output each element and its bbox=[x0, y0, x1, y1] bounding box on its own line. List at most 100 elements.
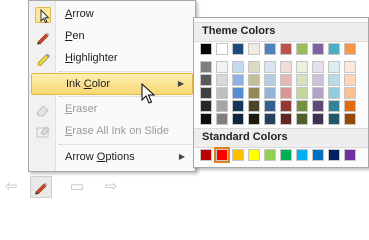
theme-shade-swatch[interactable] bbox=[280, 87, 292, 99]
theme-shade-swatch[interactable] bbox=[264, 74, 276, 86]
theme-shade-swatch[interactable] bbox=[248, 61, 260, 73]
theme-shade-swatch[interactable] bbox=[312, 87, 324, 99]
theme-shade-swatch[interactable] bbox=[328, 113, 340, 125]
standard-color-swatch[interactable] bbox=[232, 149, 244, 161]
theme-shade-swatch[interactable] bbox=[216, 74, 228, 86]
theme-shade-swatch[interactable] bbox=[328, 100, 340, 112]
theme-shade-swatch[interactable] bbox=[232, 100, 244, 112]
theme-shade-swatch[interactable] bbox=[280, 113, 292, 125]
theme-shade-swatch[interactable] bbox=[296, 113, 308, 125]
menu-item-arrow[interactable]: Arrow bbox=[31, 4, 193, 26]
theme-shade-swatch[interactable] bbox=[200, 61, 212, 73]
theme-shade-swatch[interactable] bbox=[296, 61, 308, 73]
ink-color-palette: Theme Colors Standard Colors bbox=[193, 17, 369, 168]
theme-shade-swatch[interactable] bbox=[200, 113, 212, 125]
theme-shade-swatch[interactable] bbox=[344, 61, 356, 73]
next-arrow-icon[interactable]: ⇨ bbox=[100, 176, 122, 198]
theme-shade-swatch[interactable] bbox=[296, 100, 308, 112]
menu-separator bbox=[59, 96, 191, 98]
theme-shade-swatch[interactable] bbox=[344, 113, 356, 125]
menu-item-label: Arrow bbox=[65, 8, 94, 20]
pen-icon bbox=[35, 29, 51, 45]
theme-shade-swatch[interactable] bbox=[248, 87, 260, 99]
menu-item-label: Erase All Ink on Slide bbox=[65, 125, 169, 137]
theme-shade-swatch[interactable] bbox=[280, 61, 292, 73]
theme-shade-swatch[interactable] bbox=[248, 74, 260, 86]
theme-shade-swatch[interactable] bbox=[312, 100, 324, 112]
theme-shade-swatch[interactable] bbox=[200, 87, 212, 99]
theme-shade-swatch[interactable] bbox=[264, 113, 276, 125]
pen-icon[interactable] bbox=[30, 176, 52, 198]
standard-color-swatch[interactable] bbox=[264, 149, 276, 161]
theme-shade-swatch[interactable] bbox=[232, 113, 244, 125]
theme-shade-swatch[interactable] bbox=[296, 87, 308, 99]
theme-shade-swatch[interactable] bbox=[296, 74, 308, 86]
eraser-icon bbox=[35, 102, 51, 118]
theme-shade-swatch[interactable] bbox=[344, 87, 356, 99]
theme-shade-swatch[interactable] bbox=[216, 61, 228, 73]
menu-item-highlighter[interactable]: Highlighter bbox=[31, 48, 193, 70]
theme-color-swatch[interactable] bbox=[344, 43, 356, 55]
theme-color-swatch[interactable] bbox=[216, 43, 228, 55]
theme-shade-swatch[interactable] bbox=[312, 113, 324, 125]
standard-colors-title: Standard Colors bbox=[202, 131, 288, 143]
highlighter-icon bbox=[35, 51, 51, 67]
theme-color-swatch[interactable] bbox=[248, 43, 260, 55]
menu-item-label: Highlighter bbox=[65, 52, 118, 64]
mouse-cursor-icon bbox=[141, 83, 156, 104]
theme-color-swatch[interactable] bbox=[312, 43, 324, 55]
menu-separator bbox=[59, 144, 191, 146]
theme-shade-swatch[interactable] bbox=[344, 74, 356, 86]
theme-shade-swatch[interactable] bbox=[216, 87, 228, 99]
pointer-options-menu: Arrow Pen Highlighter Ink Color ▶ Eraser… bbox=[28, 0, 196, 172]
theme-shade-swatch[interactable] bbox=[232, 61, 244, 73]
menu-item-pen[interactable]: Pen bbox=[31, 26, 193, 48]
menu-item-arrow-options[interactable]: Arrow Options ▶ bbox=[31, 147, 193, 169]
theme-color-swatch[interactable] bbox=[296, 43, 308, 55]
theme-shade-swatch[interactable] bbox=[344, 100, 356, 112]
menu-item-ink-color[interactable]: Ink Color ▶ bbox=[31, 73, 193, 95]
theme-shade-swatch[interactable] bbox=[248, 100, 260, 112]
standard-color-swatch[interactable] bbox=[312, 149, 324, 161]
menu-item-label: Ink Color bbox=[66, 78, 111, 90]
theme-shade-swatch[interactable] bbox=[328, 74, 340, 86]
menu-item-eraser[interactable]: Eraser bbox=[31, 99, 193, 121]
standard-color-swatch[interactable] bbox=[344, 149, 356, 161]
theme-shade-swatch[interactable] bbox=[312, 61, 324, 73]
standard-color-swatch[interactable] bbox=[214, 147, 230, 163]
submenu-arrow-icon: ▶ bbox=[177, 79, 184, 88]
theme-color-swatch[interactable] bbox=[264, 43, 276, 55]
theme-color-swatch[interactable] bbox=[328, 43, 340, 55]
menu-item-label: Arrow Options bbox=[65, 151, 135, 163]
slide-menu-icon[interactable]: ▭ bbox=[66, 176, 88, 198]
theme-color-swatch[interactable] bbox=[200, 43, 212, 55]
previous-arrow-icon[interactable]: ⇦ bbox=[0, 176, 22, 198]
theme-shade-swatch[interactable] bbox=[264, 61, 276, 73]
theme-shade-swatch[interactable] bbox=[328, 87, 340, 99]
theme-color-swatch[interactable] bbox=[232, 43, 244, 55]
standard-color-swatch[interactable] bbox=[280, 149, 292, 161]
standard-color-swatch[interactable] bbox=[296, 149, 308, 161]
theme-shade-swatch[interactable] bbox=[216, 113, 228, 125]
standard-color-swatch[interactable] bbox=[248, 149, 260, 161]
theme-colors-title: Theme Colors bbox=[202, 25, 276, 37]
theme-shade-swatch[interactable] bbox=[200, 74, 212, 86]
theme-shade-swatch[interactable] bbox=[264, 100, 276, 112]
theme-shade-swatch[interactable] bbox=[280, 100, 292, 112]
theme-shade-swatch[interactable] bbox=[280, 74, 292, 86]
theme-shade-swatch[interactable] bbox=[328, 61, 340, 73]
menu-item-label: Eraser bbox=[65, 103, 98, 115]
theme-color-swatch[interactable] bbox=[280, 43, 292, 55]
theme-shade-swatch[interactable] bbox=[200, 100, 212, 112]
theme-shade-swatch[interactable] bbox=[312, 74, 324, 86]
menu-item-erase-all-ink[interactable]: Erase All Ink on Slide bbox=[31, 121, 193, 143]
arrow-pointer-icon bbox=[35, 7, 51, 24]
theme-shade-swatch[interactable] bbox=[216, 100, 228, 112]
standard-color-swatch[interactable] bbox=[200, 149, 212, 161]
theme-shade-swatch[interactable] bbox=[264, 87, 276, 99]
theme-shade-swatch[interactable] bbox=[232, 74, 244, 86]
erase-all-icon bbox=[35, 124, 51, 140]
theme-shade-swatch[interactable] bbox=[248, 113, 260, 125]
theme-shade-swatch[interactable] bbox=[232, 87, 244, 99]
standard-color-swatch[interactable] bbox=[328, 149, 340, 161]
